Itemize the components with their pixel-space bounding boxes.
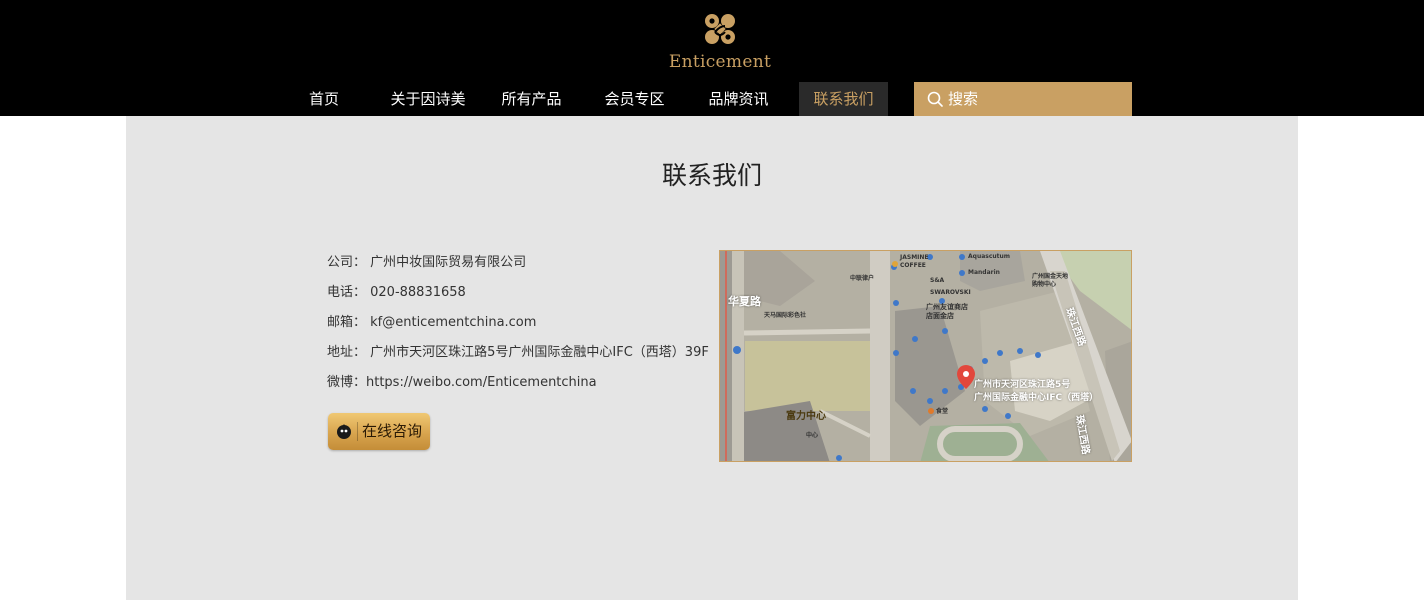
nav-item-products[interactable]: 所有产品 [494,82,569,116]
nav-item-contact[interactable]: 联系我们 [799,82,888,116]
address-info: 地址： 广州市天河区珠江路5号广州国际金融中心IFC（西塔）39F [327,345,709,360]
nav-item-about[interactable]: 关于因诗美 [383,82,473,116]
logo-icon [705,14,735,44]
main-content: 联系我们 公司： 广州中妆国际贸易有限公司 电话： 020-88831658 邮… [126,116,1298,600]
button-divider [357,422,358,441]
search-bar[interactable] [914,82,1132,116]
chat-icon [337,424,351,439]
nav-item-home[interactable]: 首页 [294,82,354,116]
online-consult-button[interactable]: 在线咨询 [328,413,430,450]
location-map[interactable]: 华夏路 富力中心 珠江西路 珠江西路 广州友谊商店店面金店 JASMINE CO… [719,250,1132,462]
email-info: 邮箱： kf@enticementchina.com [327,315,537,330]
page-title: 联系我们 [661,161,762,190]
map-label-jasmine: JASMINE COFFEE [900,254,929,269]
map-label-swarovski: SWAROVSKI [930,289,971,296]
top-header: Enticement 首页 关于因诗美 所有产品 会员专区 品牌资讯 联系我们 [0,0,1424,116]
map-label-huaxia: 华夏路 [728,295,761,308]
map-label-center: 中心 [806,432,819,439]
map-label-ifc-center: 广州国金天地购物中心 [1032,273,1069,288]
search-input[interactable] [948,82,1124,116]
brand-name: Enticement [668,52,772,72]
map-label-food: 食堂 [936,408,949,415]
map-label-youyi: 广州友谊商店店面金店 [926,303,968,320]
search-icon[interactable] [927,91,943,107]
map-label-tianma: 天马国际彩色社 [764,312,807,319]
map-label-aquascutum: Aquascutum [968,253,1011,260]
map-label-zhongke: 中联律户 [850,275,875,282]
phone-info: 电话： 020-88831658 [327,285,466,300]
brand-logo[interactable]: Enticement [668,10,772,74]
map-marker-line2: 广州国际金融中心IFC（西塔） [974,393,1099,403]
map-label-fuli: 富力中心 [786,411,826,422]
map-marker-line1: 广州市天河区珠江路5号 [974,380,1071,390]
map-canvas [720,251,1131,461]
weibo-info[interactable]: 微博：https://weibo.com/Enticementchina [327,371,597,390]
nav-item-members[interactable]: 会员专区 [597,82,672,116]
nav-item-news[interactable]: 品牌资讯 [701,82,776,116]
map-label-mandarin: Mandarin [968,269,1000,276]
map-label-sa: S&A [930,277,945,284]
company-info: 公司： 广州中妆国际贸易有限公司 [327,255,527,270]
consult-label: 在线咨询 [362,422,423,440]
